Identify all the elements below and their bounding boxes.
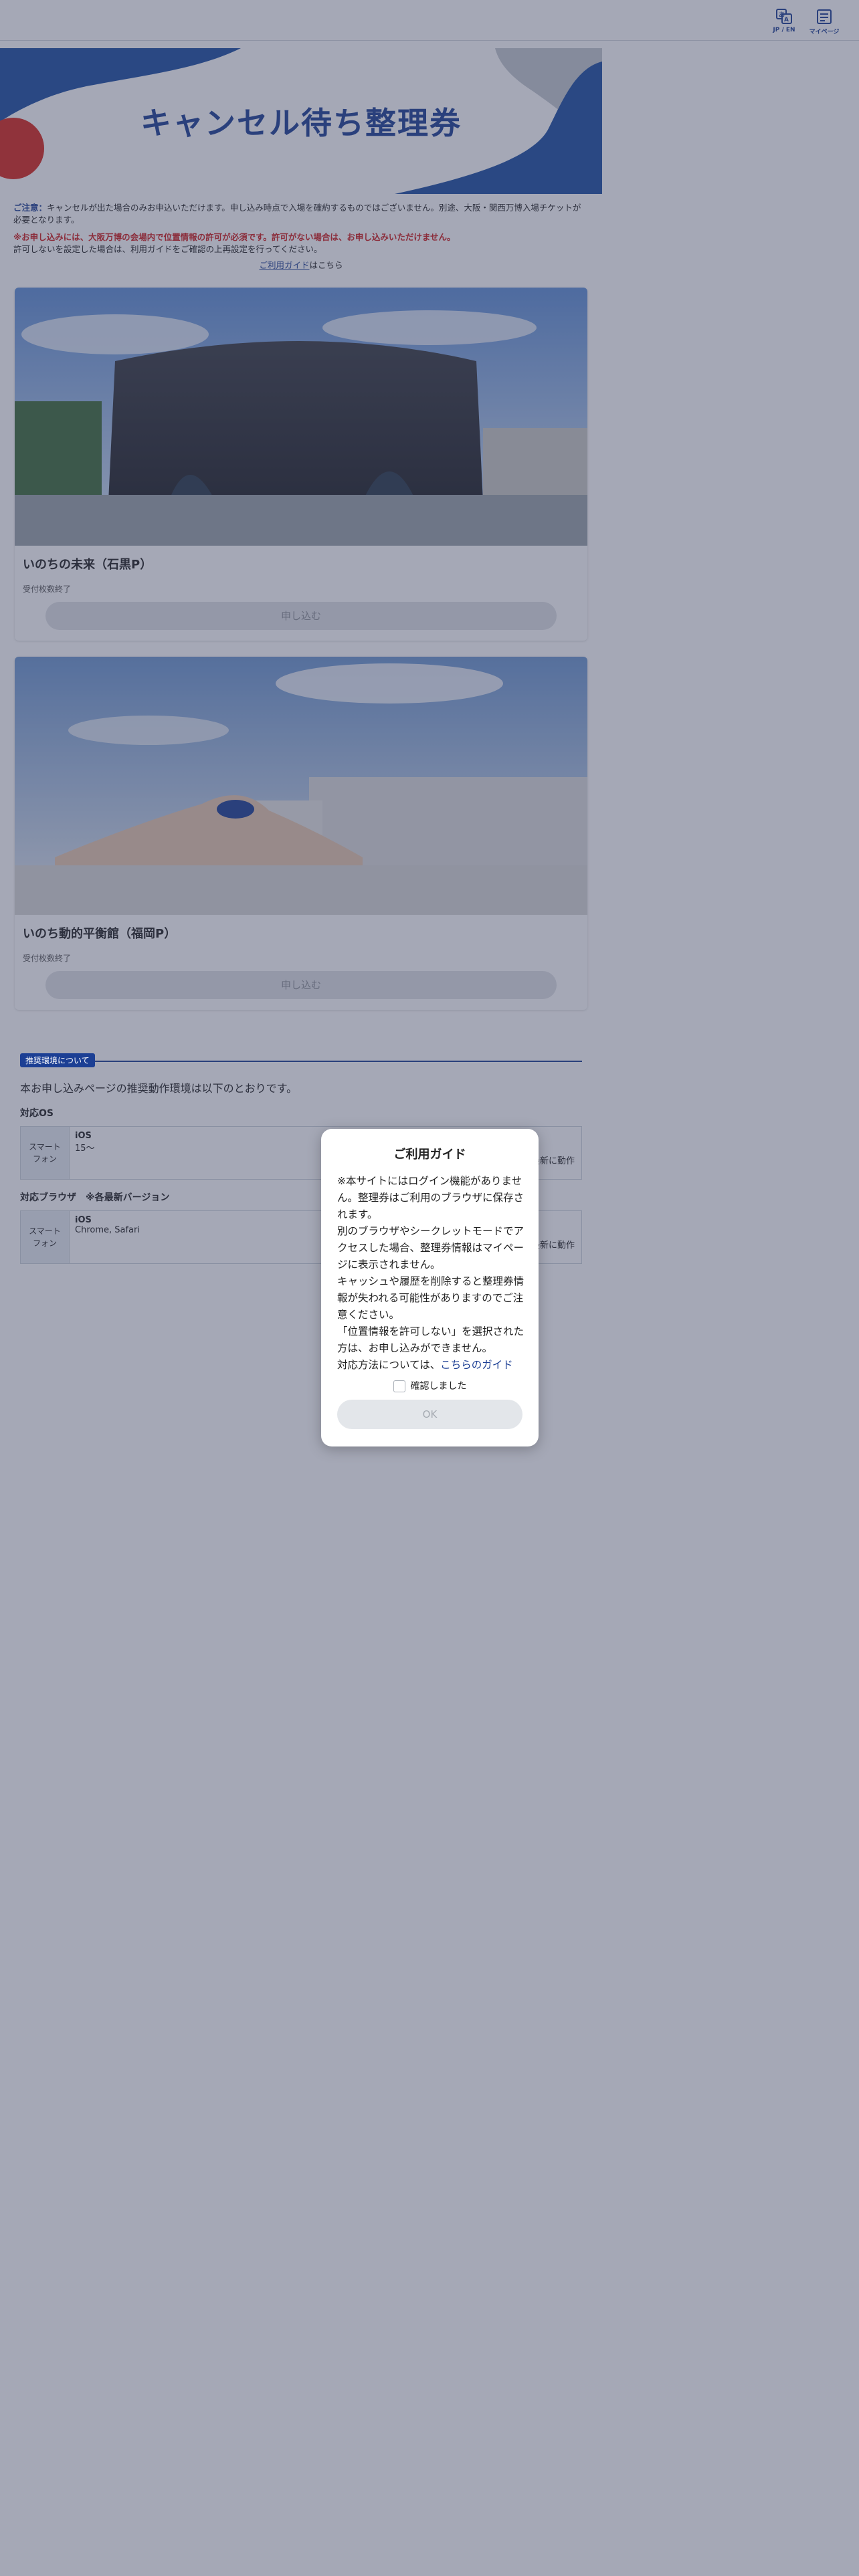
modal-guide-link[interactable]: こちらのガイド bbox=[440, 1359, 513, 1371]
modal-paragraph: ※本サイトにはログイン機能がありません。整理券はご利用のブラウザに保存されます。 bbox=[337, 1175, 524, 1220]
confirm-checkbox[interactable] bbox=[393, 1380, 405, 1392]
modal-paragraph: キャッシュや履歴を削除すると整理券情報が失われる可能性がありますのでご注意くださ… bbox=[337, 1275, 524, 1321]
section-badge: 推奨環境について bbox=[20, 1053, 95, 1067]
modal-paragraph: 別のブラウザやシークレットモードでアクセスした場合、整理券情報はマイページに表示… bbox=[337, 1225, 524, 1271]
usage-guide-modal: ご利用ガイド ※本サイトにはログイン機能がありません。整理券はご利用のブラウザに… bbox=[321, 1129, 539, 1446]
modal-body: ※本サイトにはログイン機能がありません。整理券はご利用のブラウザに保存されます。… bbox=[337, 1173, 524, 1374]
modal-guide-prefix: 対応方法については、 bbox=[337, 1359, 441, 1371]
modal-paragraph: 「位置情報を許可しない」を選択された方は、お申し込みができません。 bbox=[337, 1325, 524, 1354]
modal-paragraph: 対応方法については、こちらのガイド bbox=[337, 1357, 524, 1374]
ok-button[interactable]: OK bbox=[337, 1400, 522, 1429]
modal-title: ご利用ガイド bbox=[393, 1148, 466, 1162]
confirm-checkbox-label: 確認しました bbox=[410, 1381, 467, 1392]
confirm-checkbox-row[interactable]: 確認しました bbox=[321, 1379, 539, 1392]
